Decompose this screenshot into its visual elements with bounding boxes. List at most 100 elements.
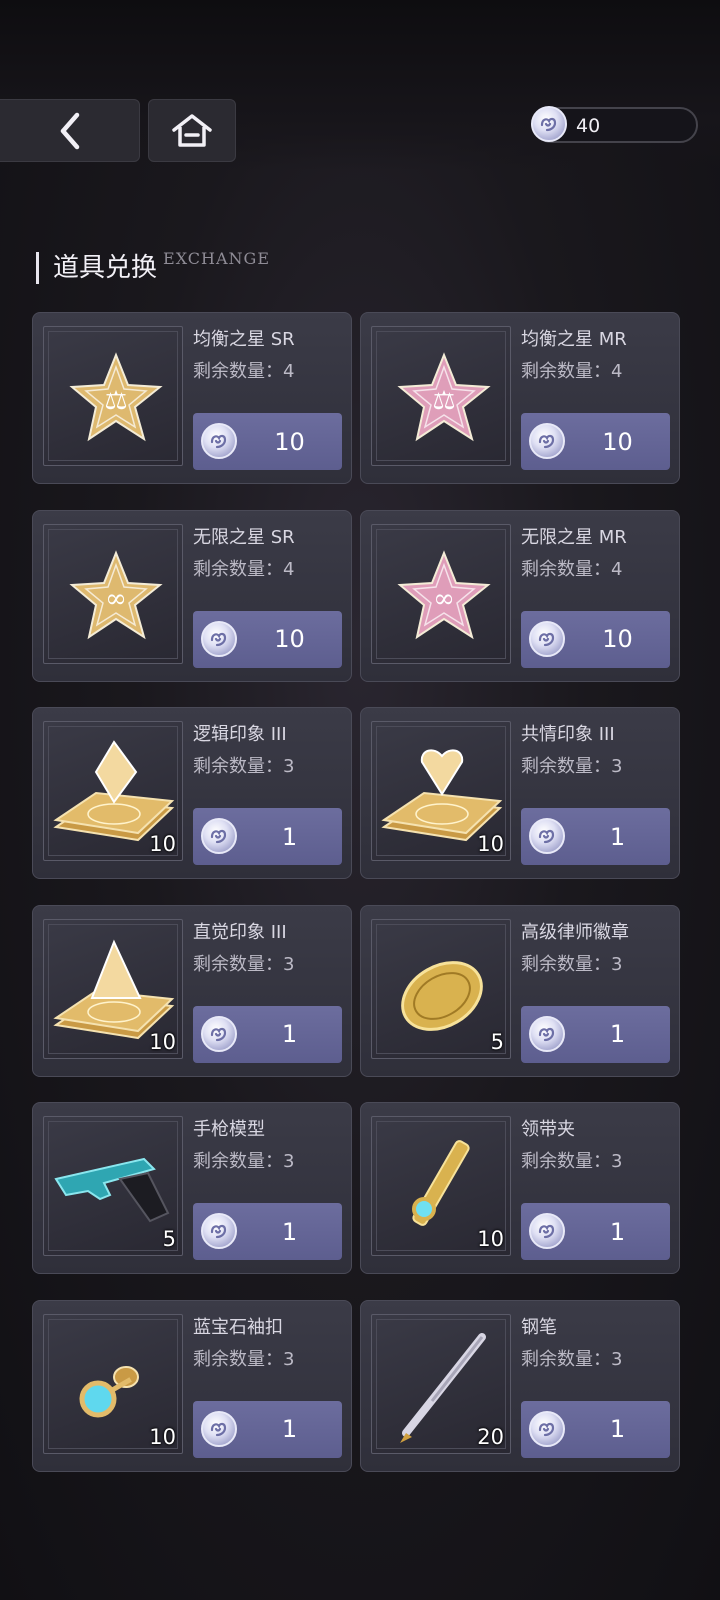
back-button[interactable] (0, 99, 140, 162)
section-title: 道具兑换 EXCHANGE (36, 249, 271, 284)
home-button[interactable] (148, 99, 236, 162)
item-thumbnail: 10 (371, 1116, 511, 1256)
item-quantity: 5 (490, 1029, 504, 1054)
exchange-button[interactable]: 1 (521, 1400, 670, 1458)
item-name: 领带夹 (521, 1119, 575, 1140)
price-value: 1 (609, 1217, 626, 1246)
price-value: 1 (281, 822, 298, 851)
item-remaining: 剩余数量：3 (193, 1348, 295, 1370)
exchange-button[interactable]: 10 (521, 413, 670, 470)
exchange-token-icon (201, 818, 237, 854)
item-name: 蓝宝石袖扣 (193, 1316, 283, 1338)
currency-amount: 40 (576, 115, 601, 137)
exchange-button[interactable]: 1 (193, 1400, 342, 1458)
price-value: 10 (274, 427, 305, 456)
exchange-button[interactable]: 1 (521, 808, 670, 865)
item-remaining: 剩余数量：3 (193, 756, 295, 777)
exchange-item-card-3[interactable]: ∞ 无限之星 MR 剩余数量：4 10 (360, 509, 680, 682)
price-value: 10 (602, 625, 633, 653)
price-value: 10 (274, 625, 305, 653)
home-icon (172, 113, 212, 147)
exchange-token-icon (201, 1213, 237, 1249)
item-name: 逻辑印象 III (193, 724, 287, 745)
exchange-button[interactable]: 10 (193, 610, 342, 668)
exchange-token-icon (529, 1213, 565, 1249)
exchange-item-card-7[interactable]: 5 高级律师徽章 剩余数量：3 1 (360, 904, 680, 1077)
item-quantity: 20 (477, 1424, 504, 1449)
exchange-item-card-9[interactable]: 10 领带夹 剩余数量：3 1 (360, 1102, 680, 1274)
item-quantity: 10 (149, 832, 176, 856)
item-quantity: 10 (149, 1424, 176, 1449)
exchange-button[interactable]: 1 (193, 808, 342, 865)
exchange-token-icon (529, 1015, 565, 1052)
chevron-left-icon (60, 112, 80, 149)
exchange-token-icon (529, 818, 565, 854)
item-thumbnail: 20 (371, 1313, 511, 1454)
item-remaining: 剩余数量：3 (193, 1151, 295, 1172)
exchange-token-icon (201, 1410, 237, 1447)
exchange-item-card-11[interactable]: 20 钢笔 剩余数量：3 1 (360, 1299, 680, 1472)
item-thumbnail: ∞ (43, 523, 183, 664)
item-quantity: 5 (162, 1227, 176, 1251)
item-thumbnail: 5 (43, 1116, 183, 1256)
item-remaining: 剩余数量：4 (521, 558, 623, 580)
item-thumbnail: 10 (43, 721, 183, 861)
item-name: 直觉印象 III (193, 921, 287, 943)
exchange-token-icon (529, 423, 565, 459)
item-remaining: 剩余数量：4 (193, 558, 295, 580)
price-value: 1 (609, 1020, 626, 1048)
item-quantity: 10 (477, 1227, 504, 1251)
item-thumbnail: 10 (371, 721, 511, 861)
exchange-item-card-10[interactable]: 10 蓝宝石袖扣 剩余数量：3 1 (32, 1299, 352, 1472)
exchange-button[interactable]: 1 (521, 1005, 670, 1063)
exchange-item-card-1[interactable]: ⚖ 均衡之星 MR 剩余数量：4 10 (360, 312, 680, 484)
item-name: 均衡之星 MR (521, 329, 627, 350)
item-quantity: 10 (149, 1029, 176, 1054)
item-name: 高级律师徽章 (521, 921, 629, 943)
exchange-item-card-8[interactable]: 5 手枪模型 剩余数量：3 1 (32, 1102, 352, 1274)
item-name: 均衡之星 SR (193, 329, 295, 350)
item-quantity: 10 (477, 832, 504, 856)
exchange-item-card-6[interactable]: 10 直觉印象 III 剩余数量：3 1 (32, 904, 352, 1077)
exchange-button[interactable]: 1 (521, 1203, 670, 1260)
item-remaining: 剩余数量：3 (521, 1348, 623, 1370)
item-name: 共情印象 III (521, 724, 615, 745)
exchange-token-icon (201, 620, 237, 657)
exchange-button[interactable]: 10 (193, 413, 342, 470)
item-remaining: 剩余数量：3 (521, 756, 623, 777)
price-value: 1 (281, 1415, 298, 1443)
exchange-button[interactable]: 1 (193, 1005, 342, 1063)
exchange-button[interactable]: 1 (193, 1203, 342, 1260)
price-value: 1 (281, 1217, 298, 1246)
exchange-item-card-4[interactable]: 10 逻辑印象 III 剩余数量：3 1 (32, 707, 352, 879)
price-value: 1 (281, 1020, 298, 1048)
item-thumbnail: ⚖ (43, 326, 183, 466)
exchange-token-icon (201, 1015, 237, 1052)
exchange-item-card-5[interactable]: 10 共情印象 III 剩余数量：3 1 (360, 707, 680, 879)
section-subtitle: EXCHANGE (163, 249, 271, 268)
item-remaining: 剩余数量：3 (521, 1151, 623, 1172)
exchange-item-card-0[interactable]: ⚖ 均衡之星 SR 剩余数量：4 10 (32, 312, 352, 484)
exchange-button[interactable]: 10 (521, 610, 670, 668)
title-bar (36, 252, 39, 284)
item-remaining: 剩余数量：4 (193, 361, 295, 382)
item-name: 钢笔 (521, 1316, 557, 1338)
exchange-item-card-2[interactable]: ∞ 无限之星 SR 剩余数量：4 10 (32, 509, 352, 682)
item-thumbnail: 5 (371, 918, 511, 1059)
section-title-text: 道具兑换 (53, 253, 158, 283)
item-remaining: 剩余数量：4 (521, 361, 623, 382)
item-thumbnail: 10 (43, 1313, 183, 1454)
price-value: 1 (609, 1415, 626, 1443)
exchange-token-icon (531, 106, 567, 142)
exchange-token-icon (201, 423, 237, 459)
exchange-token-icon (529, 1410, 565, 1447)
item-thumbnail: 10 (43, 918, 183, 1059)
item-thumbnail: ∞ (371, 523, 511, 664)
item-remaining: 剩余数量：3 (521, 953, 623, 975)
item-name: 手枪模型 (193, 1119, 265, 1140)
item-thumbnail: ⚖ (371, 326, 511, 466)
currency-display: 40 (531, 106, 698, 143)
item-name: 无限之星 SR (193, 526, 295, 548)
price-value: 1 (609, 822, 626, 851)
item-name: 无限之星 MR (521, 526, 627, 548)
